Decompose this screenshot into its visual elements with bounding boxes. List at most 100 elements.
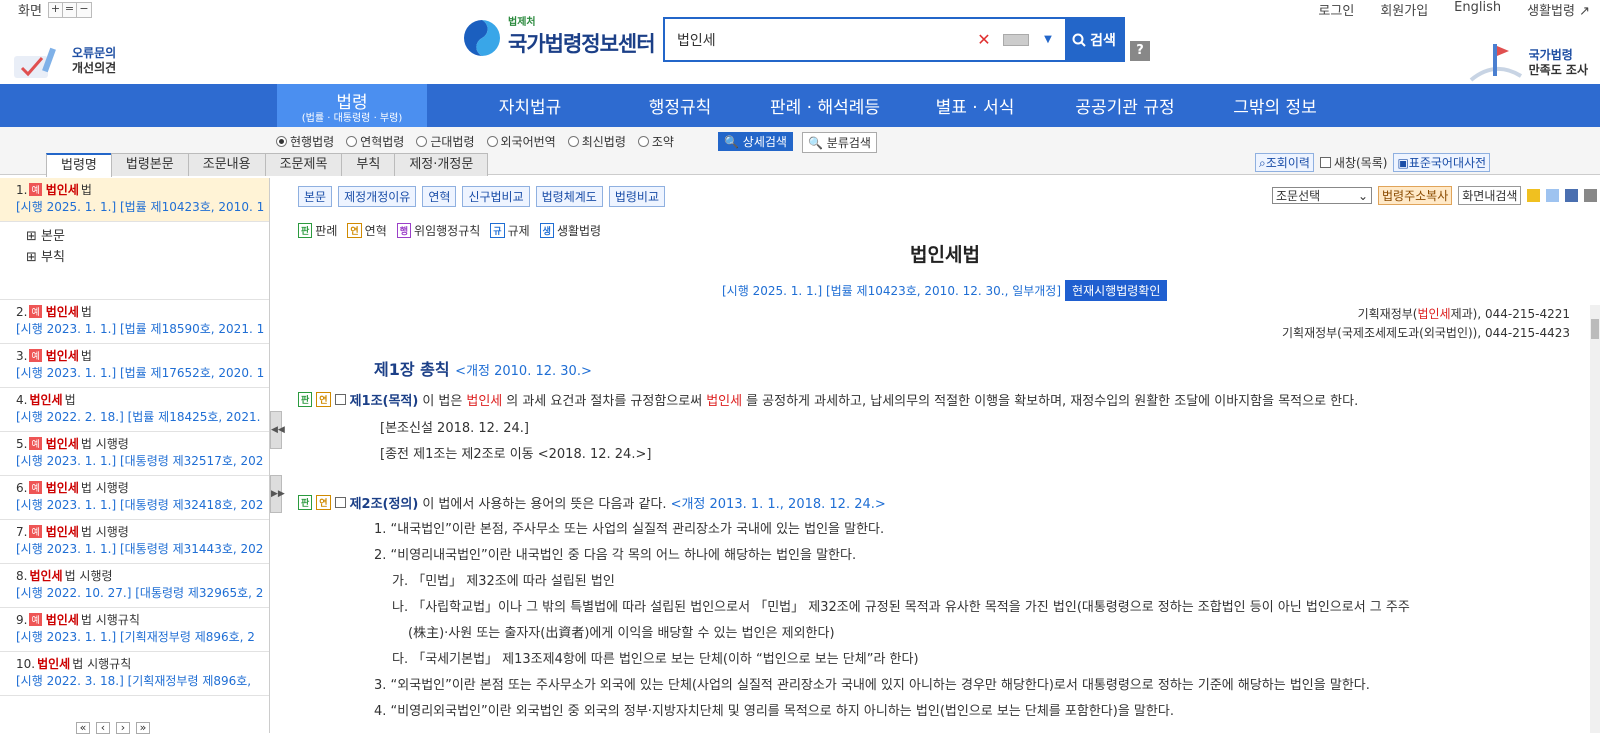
- article-select[interactable]: 조문선택 ⌄: [1272, 187, 1372, 204]
- list-item[interactable]: 3. 예 법인세 법 [시행 2023. 1. 1.] [법률 제17652호, 20…: [0, 344, 269, 388]
- bookmark-icon[interactable]: [1527, 189, 1541, 202]
- result-number: 1.: [16, 182, 28, 197]
- copy-address-button[interactable]: 법령주소복사: [1378, 186, 1453, 205]
- english-link[interactable]: English: [1454, 0, 1501, 19]
- tab-article-title[interactable]: 조문제목: [264, 153, 343, 176]
- scrollbar-thumb[interactable]: [1591, 319, 1599, 339]
- history-badge-icon[interactable]: 연: [316, 495, 331, 510]
- list-item[interactable]: 2. 예 법인세 법 [시행 2023. 1. 1.] [법률 제18590호, 20…: [0, 300, 269, 344]
- print-icon[interactable]: [1584, 189, 1598, 202]
- article-2-heading[interactable]: 제2조(정의): [350, 493, 419, 512]
- article-1-heading[interactable]: 제1조(목적): [350, 390, 419, 409]
- result-highlight: 법인세: [45, 481, 79, 495]
- tree-item-supplementary[interactable]: ⊞ 부칙: [26, 247, 269, 268]
- radio-dot: [346, 136, 358, 147]
- search-button[interactable]: 검색: [1065, 18, 1123, 61]
- search-input[interactable]: [665, 19, 973, 60]
- radio-modern[interactable]: 근대법령: [416, 133, 475, 150]
- tab-supplementary[interactable]: 부칙: [341, 153, 396, 176]
- radio-translation[interactable]: 외국어번역: [486, 133, 556, 150]
- legend-badge-icon: 행: [396, 223, 412, 238]
- current-law-confirm-button[interactable]: 현재시행법령확인: [1065, 280, 1168, 301]
- nav-precedents[interactable]: 판례 · 해석례등: [740, 84, 910, 127]
- find-in-page-button[interactable]: 화면내검색: [1458, 186, 1522, 205]
- survey-logo[interactable]: 국가법령 만족도 조사: [1467, 40, 1588, 86]
- list-item[interactable]: 10. 법인세 법 시행규칙 [시행 2022. 3. 18.] [기획재정부령 제…: [0, 652, 269, 696]
- body-button[interactable]: 본문: [298, 186, 333, 207]
- new-window-toggle[interactable]: 새창(목록): [1319, 153, 1387, 172]
- result-highlight: 법인세: [45, 183, 79, 197]
- nav-admin-rules[interactable]: 행정규칙: [605, 84, 755, 127]
- article-checkbox[interactable]: [334, 394, 346, 405]
- result-rest: 법 시행령: [80, 525, 129, 539]
- keyboard-icon[interactable]: [1003, 33, 1029, 46]
- detail-search-button[interactable]: 🔍 상세검색: [718, 132, 793, 151]
- history-badge-icon[interactable]: 연: [316, 392, 331, 407]
- law-system-button[interactable]: 법령체계도: [535, 186, 603, 207]
- chevron-down-icon[interactable]: ▼: [1037, 34, 1059, 45]
- legend-item[interactable]: 규 규제: [490, 222, 530, 239]
- revision-reason-button[interactable]: 제정개정이유: [338, 186, 417, 207]
- law-ops: 조문선택 ⌄ 법령주소복사 화면내검색: [1272, 186, 1598, 205]
- last-page-icon[interactable]: »: [136, 722, 150, 734]
- dictionary-button[interactable]: ▣표준국어대사전: [1393, 153, 1491, 172]
- radio-treaty[interactable]: 조약: [637, 133, 674, 150]
- legend-label: 연혁: [364, 224, 387, 238]
- list-item[interactable]: 9. 예 법인세 법 시행규칙 [시행 2023. 1. 1.] [기획재정부령 제8…: [0, 608, 269, 652]
- nav-public-rules[interactable]: 공공기관 규정: [1045, 84, 1205, 127]
- legend-item[interactable]: 행 위임행정규칙: [396, 222, 480, 239]
- nav-other-info[interactable]: 그밖의 정보: [1200, 84, 1350, 127]
- article-checkbox[interactable]: [334, 497, 346, 508]
- login-link[interactable]: 로그인: [1318, 0, 1354, 19]
- list-item[interactable]: 7. 예 법인세 법 시행령 [시행 2023. 1. 1.] [대통령령 제3144…: [0, 520, 269, 564]
- legend-item[interactable]: 연 연혁: [347, 222, 387, 239]
- precedent-badge-icon[interactable]: 판: [298, 392, 313, 407]
- zoom-reset-button[interactable]: =: [62, 2, 77, 17]
- law-compare-button[interactable]: 법령비교: [608, 186, 666, 207]
- help-button[interactable]: ?: [1130, 41, 1150, 61]
- result-rest: 법 시행령: [64, 569, 113, 583]
- article-2-item: 가. 「민법」 제32조에 따라 설립된 법인: [392, 574, 615, 589]
- zoom-out-button[interactable]: −: [76, 2, 91, 17]
- radio-history[interactable]: 연혁법령: [346, 133, 404, 150]
- tab-enactment[interactable]: 제정·개정문: [394, 153, 489, 176]
- signup-link[interactable]: 회원가입: [1380, 0, 1428, 19]
- list-item[interactable]: 8. 법인세 법 시행령 [시행 2022. 10. 27.] [대통령령 제329…: [0, 564, 269, 608]
- site-logo[interactable]: 법제처 국가법령정보센터: [462, 18, 656, 58]
- ministry-1-highlight: 법인세: [1417, 307, 1451, 321]
- legend-item[interactable]: 판 판례: [298, 222, 337, 239]
- zoom-in-button[interactable]: +: [48, 2, 63, 17]
- result-meta: [시행 2023. 1. 1.] [법률 제18590호, 2021. 1: [16, 322, 265, 336]
- save-icon[interactable]: [1565, 189, 1579, 202]
- list-item[interactable]: 1. 예 법인세 법 [시행 2025. 1. 1.] [법률 제10423호, 20…: [0, 178, 269, 222]
- view-history-button[interactable]: ⌕조회이력: [1255, 153, 1314, 172]
- radio-current[interactable]: 현행법령: [276, 133, 334, 150]
- tab-article-content[interactable]: 조문내용: [187, 153, 266, 176]
- history-button[interactable]: 연혁: [422, 186, 457, 207]
- old-new-compare-button[interactable]: 신구법비교: [462, 186, 530, 207]
- radio-latest[interactable]: 최신법령: [567, 133, 626, 150]
- legend-item[interactable]: 생 생활법령: [539, 222, 601, 239]
- class-search-button[interactable]: 🔍 분류검색: [802, 132, 877, 153]
- expand-right-icon[interactable]: ▶▶: [270, 475, 285, 513]
- next-page-icon[interactable]: ›: [116, 722, 130, 734]
- first-page-icon[interactable]: «: [76, 722, 90, 734]
- feedback-logo[interactable]: 오류문의 개선의견: [10, 40, 116, 82]
- ministry-1b: 제과), 044-215-4221: [1450, 307, 1570, 321]
- clear-icon[interactable]: ✕: [973, 30, 995, 49]
- list-item[interactable]: 6. 예 법인세 법 시행령 [시행 2023. 1. 1.] [대통령령 제3241…: [0, 476, 269, 520]
- collapse-left-icon[interactable]: ◀◀: [270, 411, 285, 449]
- hanja-icon[interactable]: [1546, 189, 1560, 202]
- nav-laws[interactable]: 법령 (법률 · 대통령령 · 부령): [277, 84, 427, 127]
- tab-law-body[interactable]: 법령본문: [110, 153, 189, 176]
- nav-tables-forms[interactable]: 별표 · 서식: [900, 84, 1050, 127]
- nav-local[interactable]: 자치법규: [455, 84, 605, 127]
- life-law-link[interactable]: 생활법령 ↗: [1527, 0, 1590, 19]
- precedent-badge-icon[interactable]: 판: [298, 495, 313, 510]
- list-item[interactable]: 4. 법인세 법 [시행 2022. 2. 18.] [법률 제18425호, 20…: [0, 388, 269, 432]
- list-item[interactable]: 5. 예 법인세 법 시행령 [시행 2023. 1. 1.] [대통령령 제3251…: [0, 432, 269, 476]
- prev-page-icon[interactable]: ‹: [96, 722, 110, 734]
- scrollbar[interactable]: [1590, 305, 1600, 733]
- tab-law-name[interactable]: 법령명: [46, 153, 112, 177]
- tree-item-body[interactable]: ⊞ 본문: [26, 226, 269, 247]
